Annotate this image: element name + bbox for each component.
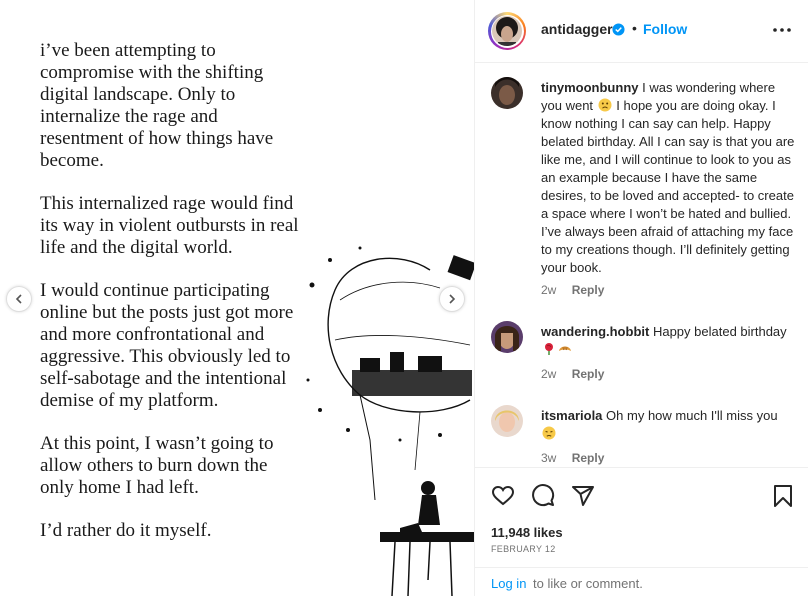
comments-list: tinymoonbunny I was wondering where you … xyxy=(475,63,808,467)
chevron-left-icon xyxy=(15,294,22,304)
sad-face-emoji-icon xyxy=(598,98,612,112)
avatar-image xyxy=(492,16,522,46)
croissant-emoji-icon xyxy=(559,346,571,351)
comment-text: wandering.hobbit Happy belated birthday xyxy=(541,323,797,359)
verified-badge-icon xyxy=(612,23,625,36)
rose-emoji-icon xyxy=(545,343,553,355)
comment-time: 2w xyxy=(541,283,557,297)
post-actions: 11,948 likes FEBRUARY 12 Log in to like … xyxy=(475,467,808,596)
more-options-icon[interactable] xyxy=(773,28,791,32)
login-prompt-text: to like or comment. xyxy=(533,576,643,591)
commenter-avatar[interactable] xyxy=(491,405,523,437)
chevron-right-icon xyxy=(449,294,456,304)
post-paragraph-5: I’d rather do it myself. xyxy=(40,520,212,541)
post-paragraph-1: i’ve been attempting to compromise with … xyxy=(40,40,274,171)
commenter-avatar[interactable] xyxy=(491,77,523,109)
carousel-prev-button[interactable] xyxy=(6,286,32,312)
reply-button[interactable]: Reply xyxy=(572,283,605,297)
post-side-panel: antidagger • Follow tinymoonbunny I was … xyxy=(474,0,808,596)
comment-username[interactable]: tinymoonbunny xyxy=(541,80,639,95)
reply-button[interactable]: Reply xyxy=(572,451,605,465)
reply-button[interactable]: Reply xyxy=(572,367,605,381)
comment-body-start: Happy belated birthday xyxy=(652,324,787,339)
commenter-avatar[interactable] xyxy=(491,321,523,353)
comment-body-start: Oh my how much I'll miss you xyxy=(606,408,778,423)
post-paragraph-4: At this point, I wasn’t going to allow o… xyxy=(40,433,274,498)
post-text: i’ve been attempting to compromise with … xyxy=(40,40,340,563)
comment-username[interactable]: itsmariola xyxy=(541,408,602,423)
comment-body-end: I hope you are doing okay. I know nothin… xyxy=(541,98,795,275)
carousel-next-button[interactable] xyxy=(439,286,465,312)
comment-text: itsmariola Oh my how much I'll miss you xyxy=(541,407,797,443)
comment-time: 3w xyxy=(541,451,557,465)
login-prompt: Log in to like or comment. xyxy=(475,567,808,597)
comment-meta: 2w Reply xyxy=(541,367,604,381)
bookmark-icon[interactable] xyxy=(771,484,795,508)
share-icon[interactable] xyxy=(571,484,595,508)
heart-icon[interactable] xyxy=(491,484,515,508)
post-paragraph-3: I would continue participating online bu… xyxy=(40,280,294,411)
comment-time: 2w xyxy=(541,367,557,381)
post-header: antidagger • Follow xyxy=(475,0,808,63)
header-username[interactable]: antidagger xyxy=(541,21,613,37)
follow-button[interactable]: Follow xyxy=(643,21,687,37)
comment-icon[interactable] xyxy=(531,484,555,508)
likes-count[interactable]: 11,948 likes xyxy=(491,525,563,540)
post-image: i’ve been attempting to compromise with … xyxy=(0,0,474,596)
profile-avatar[interactable] xyxy=(488,12,526,50)
comment-meta: 2w Reply xyxy=(541,283,604,297)
disappointed-face-emoji-icon xyxy=(542,426,556,440)
comment-meta: 3w Reply xyxy=(541,451,604,465)
login-link[interactable]: Log in xyxy=(491,576,526,591)
header-separator: • xyxy=(632,20,637,36)
post-date: FEBRUARY 12 xyxy=(491,544,556,554)
comment-username[interactable]: wandering.hobbit xyxy=(541,324,649,339)
comment-text: tinymoonbunny I was wondering where you … xyxy=(541,79,797,277)
post-paragraph-2: This internalized rage would find its wa… xyxy=(40,193,299,258)
